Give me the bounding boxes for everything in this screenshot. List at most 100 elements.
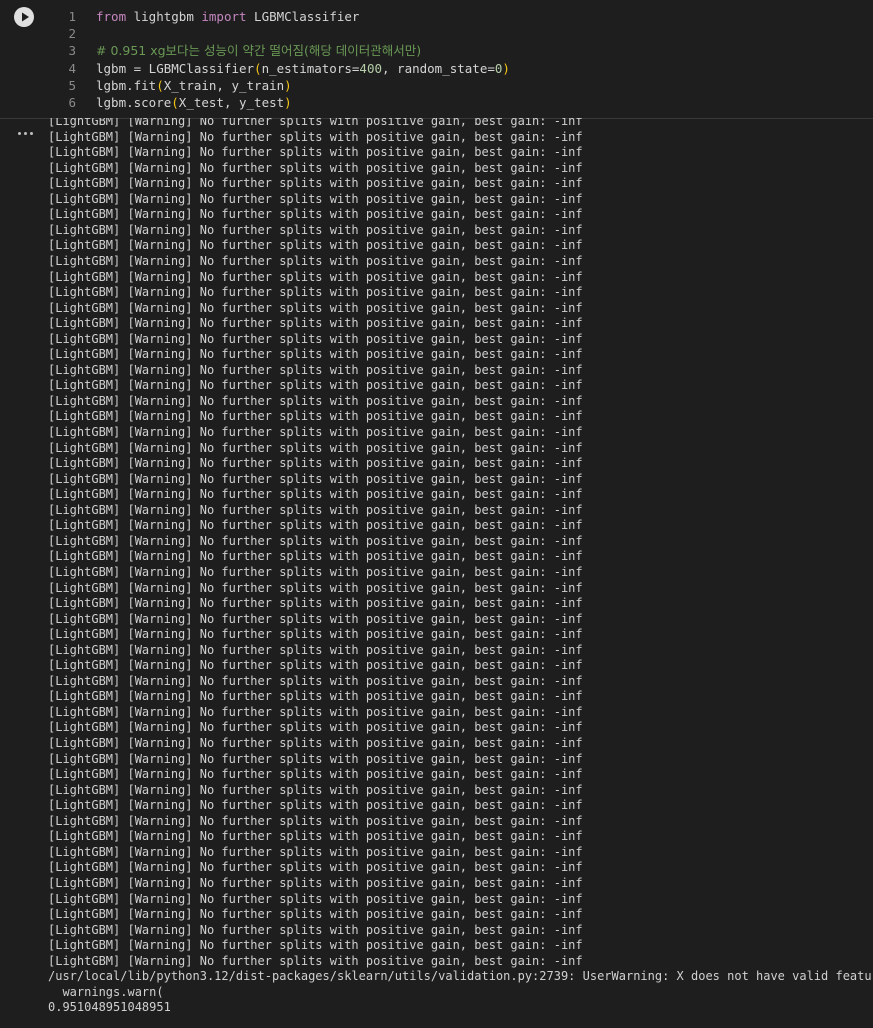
lightgbm-warning-line: [LightGBM] [Warning] No further splits w… xyxy=(48,658,583,673)
lightgbm-warning-line: [LightGBM] [Warning] No further splits w… xyxy=(48,844,583,859)
lightgbm-warning-line: [LightGBM] [Warning] No further splits w… xyxy=(48,362,583,377)
lightgbm-warning-line: [LightGBM] [Warning] No further splits w… xyxy=(48,378,583,393)
code-token: lightgbm xyxy=(126,9,202,24)
lightgbm-warning-line: [LightGBM] [Warning] No further splits w… xyxy=(48,767,583,782)
code-line: 3 # 0.951 xg보다는 성능이 약간 떨어짐(해당 데이터관해서만) xyxy=(0,43,873,59)
lightgbm-warning-line: [LightGBM] [Warning] No further splits w… xyxy=(48,393,583,408)
more-horizontal-icon xyxy=(30,132,33,135)
code-token: ( xyxy=(171,95,179,110)
code-text: lgbm.score(X_test, y_test) xyxy=(96,95,292,111)
code-line: 4 lgbm = LGBMClassifier(n_estimators=400,… xyxy=(0,61,873,77)
line-number: 2 xyxy=(68,26,76,42)
lightgbm-warning-line: [LightGBM] [Warning] No further splits w… xyxy=(48,736,583,750)
lightgbm-warning-line: [LightGBM] [Warning] No further splits w… xyxy=(48,938,583,953)
code-token: , random_state= xyxy=(382,60,495,76)
lightgbm-warning-line: [LightGBM] [Warning] No further splits w… xyxy=(48,118,583,128)
result-value: 0.951048951048951 xyxy=(48,1000,171,1015)
lightgbm-warning-line: [LightGBM] [Warning] No further splits w… xyxy=(48,782,583,797)
lightgbm-warning-line: [LightGBM] [Warning] No further splits w… xyxy=(48,285,583,300)
code-text: from lightgbm import LGBMClassifier xyxy=(96,9,359,25)
lightgbm-warning-line: [LightGBM] [Warning] No further splits w… xyxy=(48,207,583,222)
code-token: from xyxy=(96,9,127,24)
lightgbm-warning-line: [LightGBM] [Warning] No further splits w… xyxy=(48,347,583,362)
code-text: # 0.951 xg보다는 성능이 약간 떨어짐(해당 데이터관해서만) xyxy=(96,43,421,59)
lightgbm-warning-line: [LightGBM] [Warning] No further splits w… xyxy=(48,269,583,284)
code-token: X_train, y_train xyxy=(163,77,285,93)
code-token: ) xyxy=(284,95,292,110)
lightgbm-warning-line: [LightGBM] [Warning] No further splits w… xyxy=(48,300,583,315)
lightgbm-warning-line: [LightGBM] [Warning] No further splits w… xyxy=(48,129,583,144)
lightgbm-warning-line: [LightGBM] [Warning] No further splits w… xyxy=(48,409,583,424)
lightgbm-warning-line: [LightGBM] [Warning] No further splits w… xyxy=(48,673,583,688)
lightgbm-warning-line: [LightGBM] [Warning] No further splits w… xyxy=(48,440,583,455)
lightgbm-warning-line: [LightGBM] [Warning] No further splits w… xyxy=(48,891,583,906)
warn-call-line: warnings.warn( xyxy=(48,984,164,999)
lightgbm-warning-line: [LightGBM] [Warning] No further splits w… xyxy=(48,160,583,175)
code-token: lgbm = LGBMClassifier xyxy=(96,60,255,76)
lightgbm-warning-line: [LightGBM] [Warning] No further splits w… xyxy=(48,829,583,844)
lightgbm-warning-line: [LightGBM] [Warning] No further splits w… xyxy=(48,191,583,206)
code-line: 5 lgbm.fit(X_train, y_train) xyxy=(0,78,873,94)
line-number: 3 xyxy=(68,43,76,59)
code-token: import xyxy=(201,9,247,24)
more-horizontal-icon xyxy=(18,132,21,135)
code-text: lgbm = LGBMClassifier(n_estimators=400, … xyxy=(96,61,510,77)
lightgbm-warning-line: [LightGBM] [Warning] No further splits w… xyxy=(48,425,583,439)
lightgbm-warning-line: [LightGBM] [Warning] No further splits w… xyxy=(48,502,583,517)
lightgbm-warning-line: [LightGBM] [Warning] No further splits w… xyxy=(48,704,583,719)
code-token: 400 xyxy=(359,60,382,76)
lightgbm-warning-line: [LightGBM] [Warning] No further splits w… xyxy=(48,316,583,331)
lightgbm-warning-line: [LightGBM] [Warning] No further splits w… xyxy=(48,580,583,595)
lightgbm-warning-line: [LightGBM] [Warning] No further splits w… xyxy=(48,456,583,471)
lightgbm-warning-line: [LightGBM] [Warning] No further splits w… xyxy=(48,720,583,735)
cell-output[interactable]: [LightGBM] [Warning] No further splits w… xyxy=(48,118,873,1028)
lightgbm-warning-line: [LightGBM] [Warning] No further splits w… xyxy=(48,907,583,922)
lightgbm-warning-line: [LightGBM] [Warning] No further splits w… xyxy=(48,549,583,564)
lightgbm-warning-line: [LightGBM] [Warning] No further splits w… xyxy=(48,953,583,968)
code-line: 2 xyxy=(0,26,873,42)
user-warning-line: /usr/local/lib/python3.12/dist-packages/… xyxy=(48,969,873,984)
lightgbm-warning-line: [LightGBM] [Warning] No further splits w… xyxy=(48,751,583,766)
code-token: ( xyxy=(254,60,262,76)
lightgbm-warning-line: [LightGBM] [Warning] No further splits w… xyxy=(48,518,583,533)
lightgbm-warning-line: [LightGBM] [Warning] No further splits w… xyxy=(48,689,583,704)
lightgbm-warning-line: [LightGBM] [Warning] No further splits w… xyxy=(48,798,583,813)
lightgbm-warning-line: [LightGBM] [Warning] No further splits w… xyxy=(48,564,583,579)
lightgbm-warning-line: [LightGBM] [Warning] No further splits w… xyxy=(48,471,583,486)
code-token: ( xyxy=(156,77,164,93)
lightgbm-warning-line: [LightGBM] [Warning] No further splits w… xyxy=(48,331,583,346)
code-token: # 0.951 xg보다는 성능이 약간 떨어짐(해당 데이터관해서만) xyxy=(96,43,422,59)
code-token: lgbm.fit xyxy=(96,77,157,93)
lightgbm-warning-line: [LightGBM] [Warning] No further splits w… xyxy=(48,222,583,237)
lightgbm-warning-line: [LightGBM] [Warning] No further splits w… xyxy=(48,922,583,937)
lightgbm-warning-line: [LightGBM] [Warning] No further splits w… xyxy=(48,611,583,626)
lightgbm-warning-line: [LightGBM] [Warning] No further splits w… xyxy=(48,642,583,657)
code-token: X_test, y_test xyxy=(178,95,285,110)
lightgbm-warning-line: [LightGBM] [Warning] No further splits w… xyxy=(48,596,583,611)
code-line: 6 lgbm.score(X_test, y_test) xyxy=(0,95,873,111)
lightgbm-warning-line: [LightGBM] [Warning] No further splits w… xyxy=(48,145,583,160)
code-editor[interactable]: 1 from lightgbm import LGBMClassifier 2 3 # … xyxy=(0,0,873,119)
line-number: 4 xyxy=(68,60,76,76)
code-token: ) xyxy=(284,77,292,93)
lightgbm-warning-line: [LightGBM] [Warning] No further splits w… xyxy=(48,176,583,191)
lightgbm-warning-line: [LightGBM] [Warning] No further splits w… xyxy=(48,253,583,268)
line-number: 6 xyxy=(68,95,76,110)
code-token: ) xyxy=(502,60,510,76)
more-horizontal-icon xyxy=(24,132,27,135)
output-menu-button[interactable] xyxy=(18,128,34,138)
lightgbm-warning-line: [LightGBM] [Warning] No further splits w… xyxy=(48,627,583,642)
code-line: 1 from lightgbm import LGBMClassifier xyxy=(0,9,873,25)
lightgbm-warning-line: [LightGBM] [Warning] No further splits w… xyxy=(48,487,583,502)
lightgbm-warning-line: [LightGBM] [Warning] No further splits w… xyxy=(48,813,583,828)
lightgbm-warning-line: [LightGBM] [Warning] No further splits w… xyxy=(48,533,583,548)
lightgbm-warning-line: [LightGBM] [Warning] No further splits w… xyxy=(48,860,583,875)
code-token: lgbm.score xyxy=(96,95,172,110)
code-token: n_estimators= xyxy=(261,60,360,76)
line-number: 5 xyxy=(68,77,76,93)
code-text: lgbm.fit(X_train, y_train) xyxy=(96,78,292,94)
notebook-code-cell: 1 from lightgbm import LGBMClassifier 2 3 # … xyxy=(0,0,873,1028)
lightgbm-warning-line: [LightGBM] [Warning] No further splits w… xyxy=(48,875,583,890)
line-number: 1 xyxy=(68,9,76,24)
code-token: LGBMClassifier xyxy=(246,9,360,24)
